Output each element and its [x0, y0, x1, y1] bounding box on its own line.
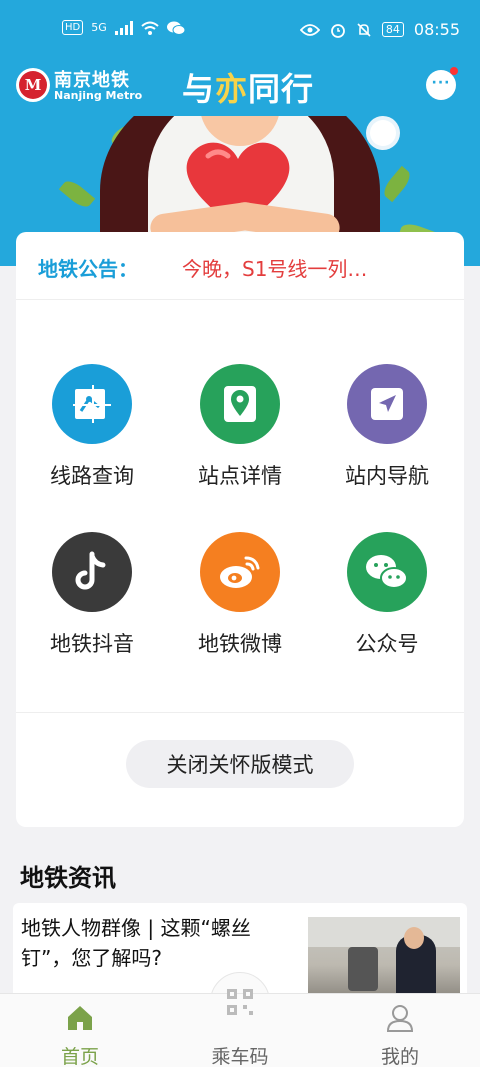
tab-ride-code[interactable]: 乘车码 — [180, 989, 300, 1067]
weibo-icon — [200, 532, 280, 612]
shortcut-station-navigation[interactable]: 站内导航 — [314, 352, 460, 492]
brand-name-en: Nanjing Metro — [54, 89, 143, 102]
clock: 08:55 — [413, 20, 460, 39]
shortcut-route-query[interactable]: 线路查询 — [19, 352, 165, 492]
slogan-part1: 与 — [182, 70, 216, 108]
wechat-status-icon — [166, 21, 185, 35]
shortcut-station-detail[interactable]: 站点详情 — [167, 352, 313, 492]
shortcut-label: 地铁抖音 — [50, 632, 134, 656]
wechat-icon — [347, 532, 427, 612]
home-icon — [68, 1006, 92, 1030]
flower-decoration — [370, 120, 396, 146]
metro-logo: M — [16, 68, 50, 102]
news-item-title: 地铁人物群像 | 这颗“螺丝钉”，您了解吗? — [21, 916, 251, 970]
news-thumbnail — [308, 917, 460, 997]
bottom-tab-bar: 首页 乘车码 我的 — [0, 989, 480, 1067]
status-bar: HD 5G 84 08:55 — [0, 0, 480, 58]
route-map-icon — [52, 364, 132, 444]
qr-code-icon — [227, 989, 253, 1015]
eye-icon — [299, 23, 320, 36]
divider — [16, 712, 464, 713]
message-button[interactable]: ··· — [426, 67, 458, 100]
tab-home[interactable]: 首页 — [20, 1000, 140, 1067]
network-indicator: 5G — [91, 21, 107, 34]
battery-indicator: 84 — [381, 22, 404, 37]
shortcut-label: 站内导航 — [345, 464, 429, 488]
slogan-accent: 亦 — [215, 70, 249, 108]
slogan-part2: 同行 — [248, 70, 315, 108]
navigation-arrow-icon — [347, 364, 427, 444]
tab-profile[interactable]: 我的 — [340, 1000, 460, 1067]
notice-text[interactable]: 今晚，S1号线一列… — [182, 253, 367, 282]
shortcut-label: 公众号 — [355, 632, 419, 656]
tab-label: 我的 — [380, 1046, 419, 1067]
status-left: HD 5G — [62, 20, 185, 35]
leaf-decoration — [379, 165, 415, 203]
hd-badge: HD — [62, 20, 84, 35]
shortcut-label: 线路查询 — [50, 464, 134, 488]
status-right: 84 08:55 — [299, 20, 460, 39]
main-card: 地铁公告： 今晚，S1号线一列… 线路查询 站点详情 站内导航 地铁抖音 地铁微… — [16, 232, 464, 827]
shortcut-douyin[interactable]: 地铁抖音 — [19, 520, 165, 660]
app-header: M 南京地铁 Nanjing Metro 与亦同行 ··· — [0, 58, 480, 116]
close-care-mode-button[interactable]: 关闭关怀版模式 — [126, 740, 354, 788]
logo-mark: M — [19, 71, 47, 99]
tab-label: 首页 — [60, 1046, 99, 1067]
shortcut-weibo[interactable]: 地铁微博 — [167, 520, 313, 660]
wifi-icon — [141, 21, 159, 35]
alarm-icon — [330, 23, 345, 38]
leaf-decoration — [58, 176, 96, 212]
tab-label: 乘车码 — [211, 1046, 269, 1067]
notice-bar[interactable]: 地铁公告： 今晚，S1号线一列… — [16, 232, 464, 300]
thumbnail-face — [404, 927, 424, 949]
slogan: 与亦同行 — [182, 64, 314, 110]
news-section-title: 地铁资讯 — [20, 864, 116, 892]
tiktok-icon — [52, 532, 132, 612]
shortcut-label: 站点详情 — [198, 464, 282, 488]
chat-bubble-icon: ··· — [431, 75, 451, 91]
shortcut-label: 地铁微博 — [198, 632, 282, 656]
location-pin-icon — [200, 364, 280, 444]
mute-icon — [357, 22, 371, 37]
thumbnail-machine — [348, 947, 378, 991]
unread-dot — [450, 67, 458, 75]
user-icon — [386, 1005, 414, 1032]
shortcut-wechat-account[interactable]: 公众号 — [314, 520, 460, 660]
notice-label: 地铁公告： — [38, 257, 138, 281]
signal-icon — [114, 20, 133, 35]
thumbnail-wall — [308, 917, 460, 947]
